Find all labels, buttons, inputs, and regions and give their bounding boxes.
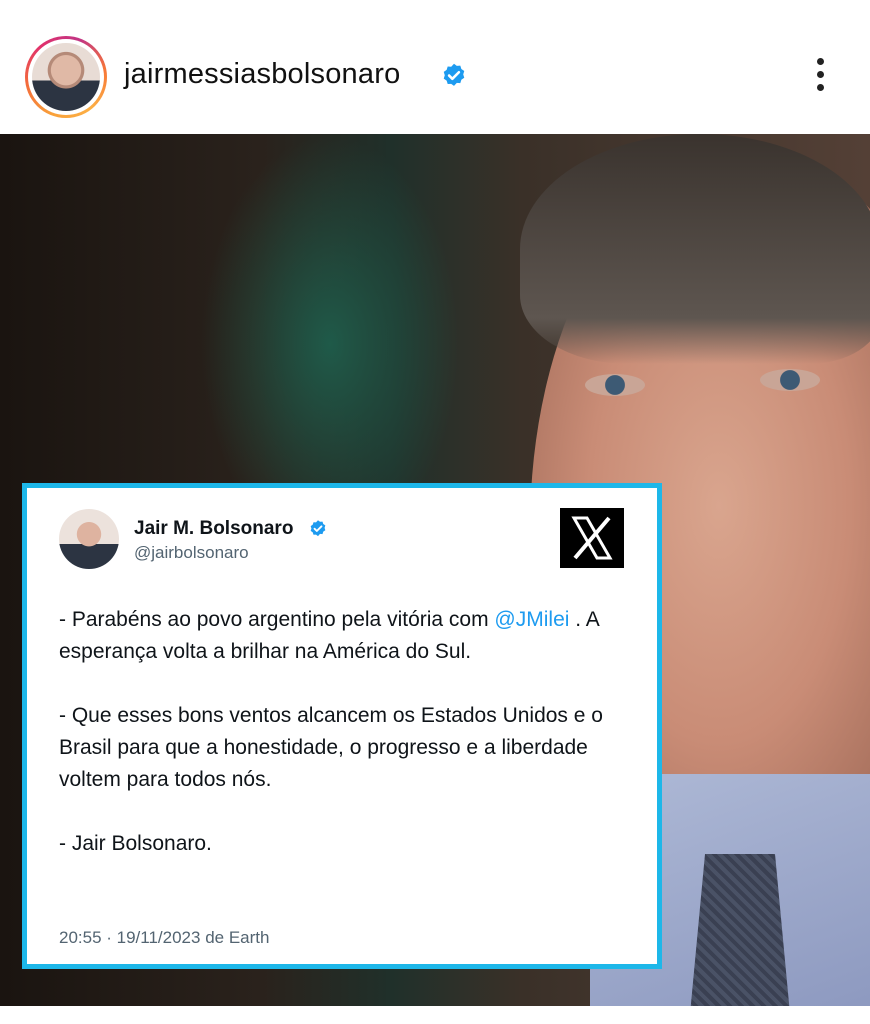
tweet-verified-icon: [310, 520, 326, 537]
tweet-paragraph-1: - Parabéns ao povo argentino pela vitóri…: [59, 608, 599, 663]
tweet-author-name: Jair M. Bolsonaro: [134, 518, 294, 539]
more-vertical-icon[interactable]: [812, 58, 828, 98]
profile-avatar[interactable]: [25, 36, 107, 118]
avatar-image: [32, 43, 100, 111]
tweet-paragraph-2: - Que esses bons ventos alcancem os Esta…: [59, 704, 603, 791]
tweet-handle: @jairbolsonaro: [134, 543, 249, 562]
avatar-ring-gap: [28, 39, 104, 115]
username[interactable]: jairmessiasbolsonaro: [124, 58, 400, 91]
mention-link[interactable]: @JMilei: [494, 608, 569, 631]
verified-badge-icon: [443, 63, 465, 86]
tweet-card: Jair M. Bolsonaro @jairbolsonaro - Parab…: [22, 483, 662, 969]
tweet-text: - Parabéns ao povo argentino pela vitóri…: [59, 604, 639, 860]
tweet-paragraph-3: - Jair Bolsonaro.: [59, 832, 212, 855]
post-image: Jair M. Bolsonaro @jairbolsonaro - Parab…: [0, 134, 870, 1006]
x-logo-icon: [560, 508, 624, 568]
tweet-avatar: [59, 509, 119, 569]
tweet-timestamp: 20:55 · 19/11/2023 de Earth: [59, 928, 270, 947]
post-header: jairmessiasbolsonaro: [0, 0, 870, 134]
